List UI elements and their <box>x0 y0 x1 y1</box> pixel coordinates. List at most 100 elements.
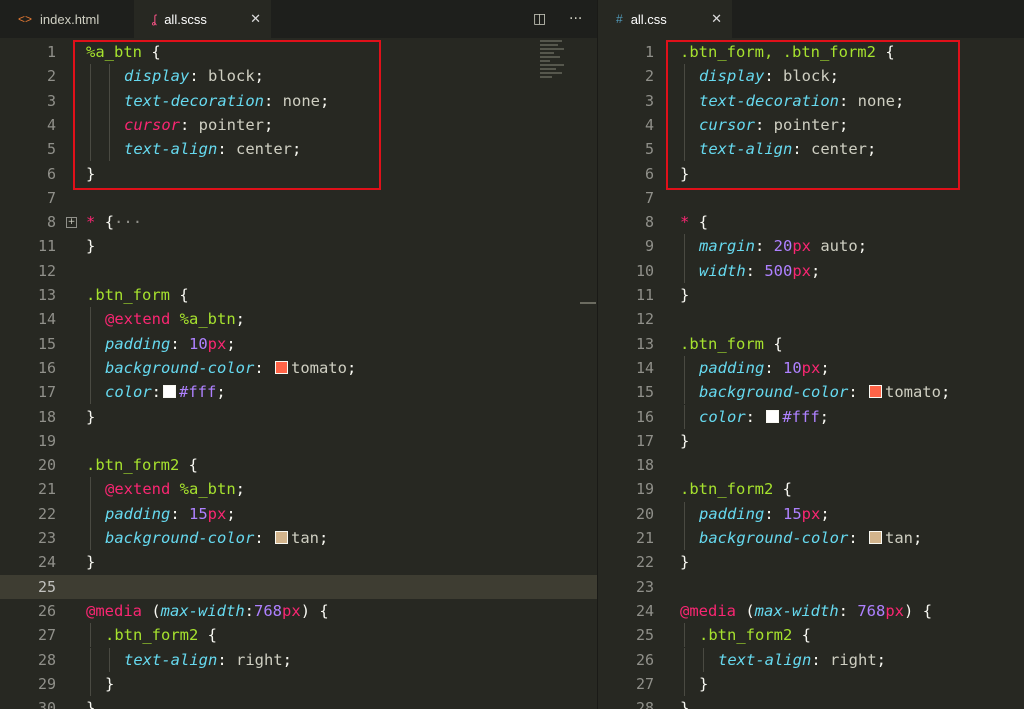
code-line[interactable]: 27 .btn_form2 { <box>0 623 598 648</box>
code-text[interactable]: * { <box>680 210 708 234</box>
code-line[interactable]: 16 color: #fff; <box>598 404 1024 429</box>
color-swatch-icon[interactable] <box>163 385 177 399</box>
code-text[interactable]: * {··· <box>86 210 142 234</box>
code-text[interactable]: } <box>105 672 114 696</box>
code-text[interactable]: @extend %a_btn; <box>105 307 245 331</box>
code-line[interactable]: 18} <box>0 405 598 429</box>
code-text[interactable]: .btn_form { <box>680 332 783 356</box>
code-text[interactable]: } <box>86 234 95 258</box>
close-icon[interactable]: ✕ <box>711 11 722 27</box>
code-line[interactable]: 27} <box>598 671 1024 697</box>
scrollbar-position-marker[interactable] <box>580 302 596 304</box>
code-line[interactable]: 12 <box>598 307 1024 331</box>
code-text[interactable]: padding: 10px; <box>105 332 236 356</box>
code-line[interactable]: 23 <box>598 575 1024 599</box>
code-line[interactable]: 24} <box>0 550 598 574</box>
code-line[interactable]: 26 text-align: right; <box>598 647 1024 672</box>
code-text[interactable]: } <box>680 550 689 574</box>
code-line[interactable]: 21 background-color: tan; <box>598 526 1024 551</box>
fold-toggle-icon[interactable]: + <box>66 217 77 229</box>
code-text[interactable]: .btn_form2 { <box>105 623 217 647</box>
more-actions-icon[interactable]: ··· <box>569 11 582 27</box>
code-line[interactable]: 11} <box>0 234 598 258</box>
code-text[interactable]: margin: 20px auto; <box>699 234 867 258</box>
code-text[interactable]: background-color: tan; <box>699 526 922 550</box>
code-line[interactable]: 14 padding: 10px; <box>598 355 1024 381</box>
code-line[interactable]: 25 <box>0 574 598 599</box>
code-line[interactable]: 16 background-color: tomato; <box>0 355 598 381</box>
code-line[interactable]: 30} <box>0 696 598 709</box>
code-text[interactable]: } <box>680 283 689 307</box>
code-text[interactable]: background-color: tomato; <box>699 380 950 404</box>
code-line[interactable]: 17} <box>598 429 1024 453</box>
close-icon[interactable]: ✕ <box>250 11 261 27</box>
code-line[interactable]: 14 @extend %a_btn; <box>0 307 598 332</box>
code-text[interactable]: color: #fff; <box>105 380 226 404</box>
code-text[interactable]: @media (max-width: 768px) { <box>680 599 932 623</box>
token-num: 15 <box>783 504 802 523</box>
minimap[interactable] <box>540 40 568 90</box>
color-swatch-icon[interactable] <box>274 360 288 374</box>
code-text[interactable]: color: #fff; <box>699 405 829 429</box>
color-swatch-icon[interactable] <box>868 385 882 399</box>
code-line[interactable]: 17 color: #fff; <box>0 380 598 405</box>
code-line[interactable]: 11} <box>598 283 1024 307</box>
tab-all-css[interactable]: # all.css ✕ <box>598 0 732 38</box>
token-pun <box>179 456 188 474</box>
code-text[interactable]: .btn_form2 { <box>699 623 811 647</box>
split-editor-icon[interactable]: ◫ <box>533 11 546 27</box>
code-line[interactable]: 13 .btn_form { <box>0 283 598 307</box>
code-text[interactable]: background-color: tan; <box>105 526 328 550</box>
code-line[interactable]: 19 <box>0 429 598 453</box>
code-text[interactable]: padding: 15px; <box>105 502 236 526</box>
css-editor-pane[interactable]: # all.css ✕ 1 .btn_form, .btn_form2 {2 dis… <box>598 0 1024 709</box>
code-line[interactable]: 22} <box>598 550 1024 574</box>
code-text[interactable]: padding: 10px; <box>699 356 830 380</box>
scss-editor-pane[interactable]: <> index.html ʆ all.scss ✕ ◫ ··· 1 %a_btn… <box>0 0 598 709</box>
code-text[interactable]: } <box>86 696 95 709</box>
code-line[interactable]: 26 @media (max-width:768px) { <box>0 599 598 623</box>
code-text[interactable]: } <box>86 405 95 429</box>
code-text[interactable]: .btn_form2 { <box>86 453 198 477</box>
code-text[interactable]: } <box>86 550 95 574</box>
code-line[interactable]: 9 margin: 20px auto; <box>598 234 1024 259</box>
code-text[interactable]: .btn_form2 { <box>680 477 792 501</box>
code-text[interactable]: @media (max-width:768px) { <box>86 599 329 623</box>
tab-all-scss[interactable]: ʆ all.scss ✕ <box>134 0 271 38</box>
color-swatch-icon[interactable] <box>274 531 288 544</box>
code-line[interactable]: 15 background-color: tomato; <box>598 380 1024 405</box>
code-text[interactable]: } <box>680 696 689 709</box>
code-text[interactable]: text-align: right; <box>718 648 886 672</box>
code-line[interactable]: 24 @media (max-width: 768px) { <box>598 599 1024 623</box>
code-line[interactable]: 18 <box>598 453 1024 477</box>
code-text[interactable]: } <box>699 672 708 696</box>
code-line[interactable]: 21 @extend %a_btn; <box>0 477 598 502</box>
code-line[interactable]: 29} <box>0 671 598 697</box>
code-line[interactable]: 20 padding: 15px; <box>598 501 1024 526</box>
code-line[interactable]: 28} <box>598 696 1024 709</box>
code-text[interactable]: } <box>680 429 689 453</box>
code-line[interactable]: 8 * { <box>598 210 1024 234</box>
code-line[interactable]: 25 .btn_form2 { <box>598 623 1024 648</box>
code-line[interactable]: 28 text-align: right; <box>0 647 598 672</box>
tab-index-html[interactable]: <> index.html <box>0 0 134 38</box>
code-text[interactable]: text-align: right; <box>124 648 292 672</box>
token-pun: : <box>170 504 189 523</box>
code-text[interactable]: @extend %a_btn; <box>105 477 245 501</box>
code-line[interactable]: 12 <box>0 259 598 283</box>
code-line[interactable]: 10 width: 500px; <box>598 258 1024 283</box>
color-swatch-icon[interactable] <box>766 409 780 423</box>
code-text[interactable]: width: 500px; <box>699 259 820 283</box>
code-text[interactable]: padding: 15px; <box>699 502 830 526</box>
color-swatch-icon[interactable] <box>868 531 882 544</box>
code-line[interactable]: 23 background-color: tan; <box>0 526 598 551</box>
code-line[interactable]: 15 padding: 10px; <box>0 331 598 356</box>
code-line[interactable]: 19 .btn_form2 { <box>598 477 1024 501</box>
token-pun: : <box>151 383 162 402</box>
code-line[interactable]: 13 .btn_form { <box>598 332 1024 356</box>
code-line[interactable]: 8 + * {··· <box>0 210 598 234</box>
code-line[interactable]: 22 padding: 15px; <box>0 501 598 526</box>
code-text[interactable]: .btn_form { <box>86 283 189 307</box>
code-line[interactable]: 20 .btn_form2 { <box>0 453 598 477</box>
code-text[interactable]: background-color: tomato; <box>105 356 356 380</box>
